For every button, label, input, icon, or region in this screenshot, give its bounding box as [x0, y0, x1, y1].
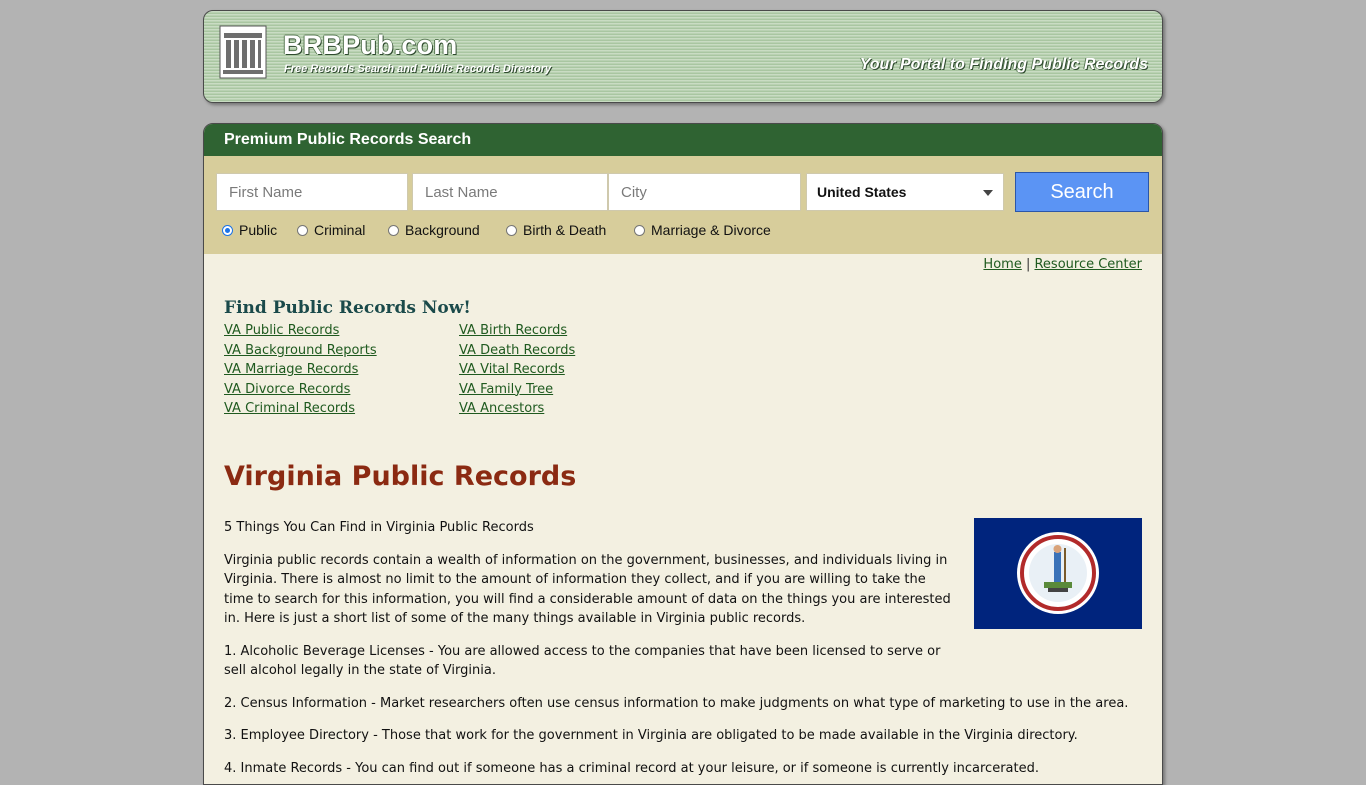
link-va-birth-records[interactable]: VA Birth Records — [459, 323, 567, 338]
courthouse-logo-icon[interactable] — [219, 25, 267, 79]
search-button[interactable]: Search — [1015, 172, 1149, 212]
radio-marriage-divorce[interactable]: Marriage & Divorce — [634, 222, 771, 238]
nav-separator: | — [1025, 257, 1031, 272]
links-column-1: VA Public Records VA Background Reports … — [224, 321, 454, 419]
radio-birth-death[interactable]: Birth & Death — [506, 222, 606, 238]
radio-criminal-label: Criminal — [314, 222, 366, 238]
link-va-background-reports[interactable]: VA Background Reports — [224, 343, 377, 358]
country-select-value: United States — [817, 184, 907, 200]
radio-public[interactable]: Public — [222, 222, 277, 238]
record-type-radio-group: Public Criminal Background Birth & Death… — [218, 222, 1138, 242]
search-panel: United States Search Public Criminal Bac… — [204, 156, 1162, 254]
article-paragraph-5: 4. Inmate Records - You can find out if … — [224, 760, 1039, 776]
radio-birth-death-control[interactable] — [506, 224, 517, 236]
nav-home-link[interactable]: Home — [983, 257, 1021, 272]
page-title: Virginia Public Records — [224, 461, 577, 492]
article-body: 5 Things You Can Find in Virginia Public… — [224, 518, 1142, 784]
link-va-family-tree[interactable]: VA Family Tree — [459, 382, 553, 397]
link-va-public-records[interactable]: VA Public Records — [224, 323, 339, 338]
site-tagline: Your Portal to Finding Public Records — [859, 56, 1148, 73]
site-header: BRBPub.com Free Records Search and Publi… — [203, 10, 1163, 103]
radio-background-control[interactable] — [388, 224, 399, 236]
radio-public-label: Public — [239, 222, 278, 238]
main-panel: Premium Public Records Search United Sta… — [203, 123, 1163, 785]
article-paragraph-3: 2. Census Information - Market researche… — [224, 695, 1129, 711]
article-paragraph-4: 3. Employee Directory - Those that work … — [224, 728, 1078, 743]
city-input[interactable] — [608, 173, 801, 211]
site-subtitle: Free Records Search and Public Records D… — [284, 63, 552, 75]
link-va-divorce-records[interactable]: VA Divorce Records — [224, 382, 350, 397]
article-paragraph-1: Virginia public records contain a wealth… — [224, 552, 951, 627]
link-va-death-records[interactable]: VA Death Records — [459, 343, 575, 358]
radio-marriage-divorce-label: Marriage & Divorce — [651, 222, 771, 238]
nav-resource-center-link[interactable]: Resource Center — [1034, 257, 1142, 272]
link-va-marriage-records[interactable]: VA Marriage Records — [224, 362, 358, 377]
article-intro-heading: 5 Things You Can Find in Virginia Public… — [224, 520, 534, 535]
radio-criminal-control[interactable] — [297, 224, 308, 236]
link-va-vital-records[interactable]: VA Vital Records — [459, 362, 565, 377]
radio-background-label: Background — [405, 222, 480, 238]
find-records-heading: Find Public Records Now! — [224, 298, 471, 318]
search-section-title: Premium Public Records Search — [204, 124, 1162, 156]
radio-background[interactable]: Background — [388, 222, 480, 238]
radio-public-control[interactable] — [222, 224, 233, 236]
link-va-criminal-records[interactable]: VA Criminal Records — [224, 401, 355, 416]
site-title[interactable]: BRBPub.com — [283, 30, 458, 61]
radio-marriage-divorce-control[interactable] — [634, 224, 645, 236]
top-nav: Home | Resource Center — [983, 257, 1142, 272]
last-name-input[interactable] — [412, 173, 608, 211]
first-name-input[interactable] — [216, 173, 408, 211]
article-paragraph-2: 1. Alcoholic Beverage Licenses - You are… — [224, 643, 941, 679]
radio-birth-death-label: Birth & Death — [523, 222, 607, 238]
chevron-down-icon — [983, 190, 993, 196]
country-select[interactable]: United States — [806, 173, 1004, 211]
link-va-ancestors[interactable]: VA Ancestors — [459, 401, 544, 416]
radio-criminal[interactable]: Criminal — [297, 222, 365, 238]
links-column-2: VA Birth Records VA Death Records VA Vit… — [459, 321, 689, 419]
